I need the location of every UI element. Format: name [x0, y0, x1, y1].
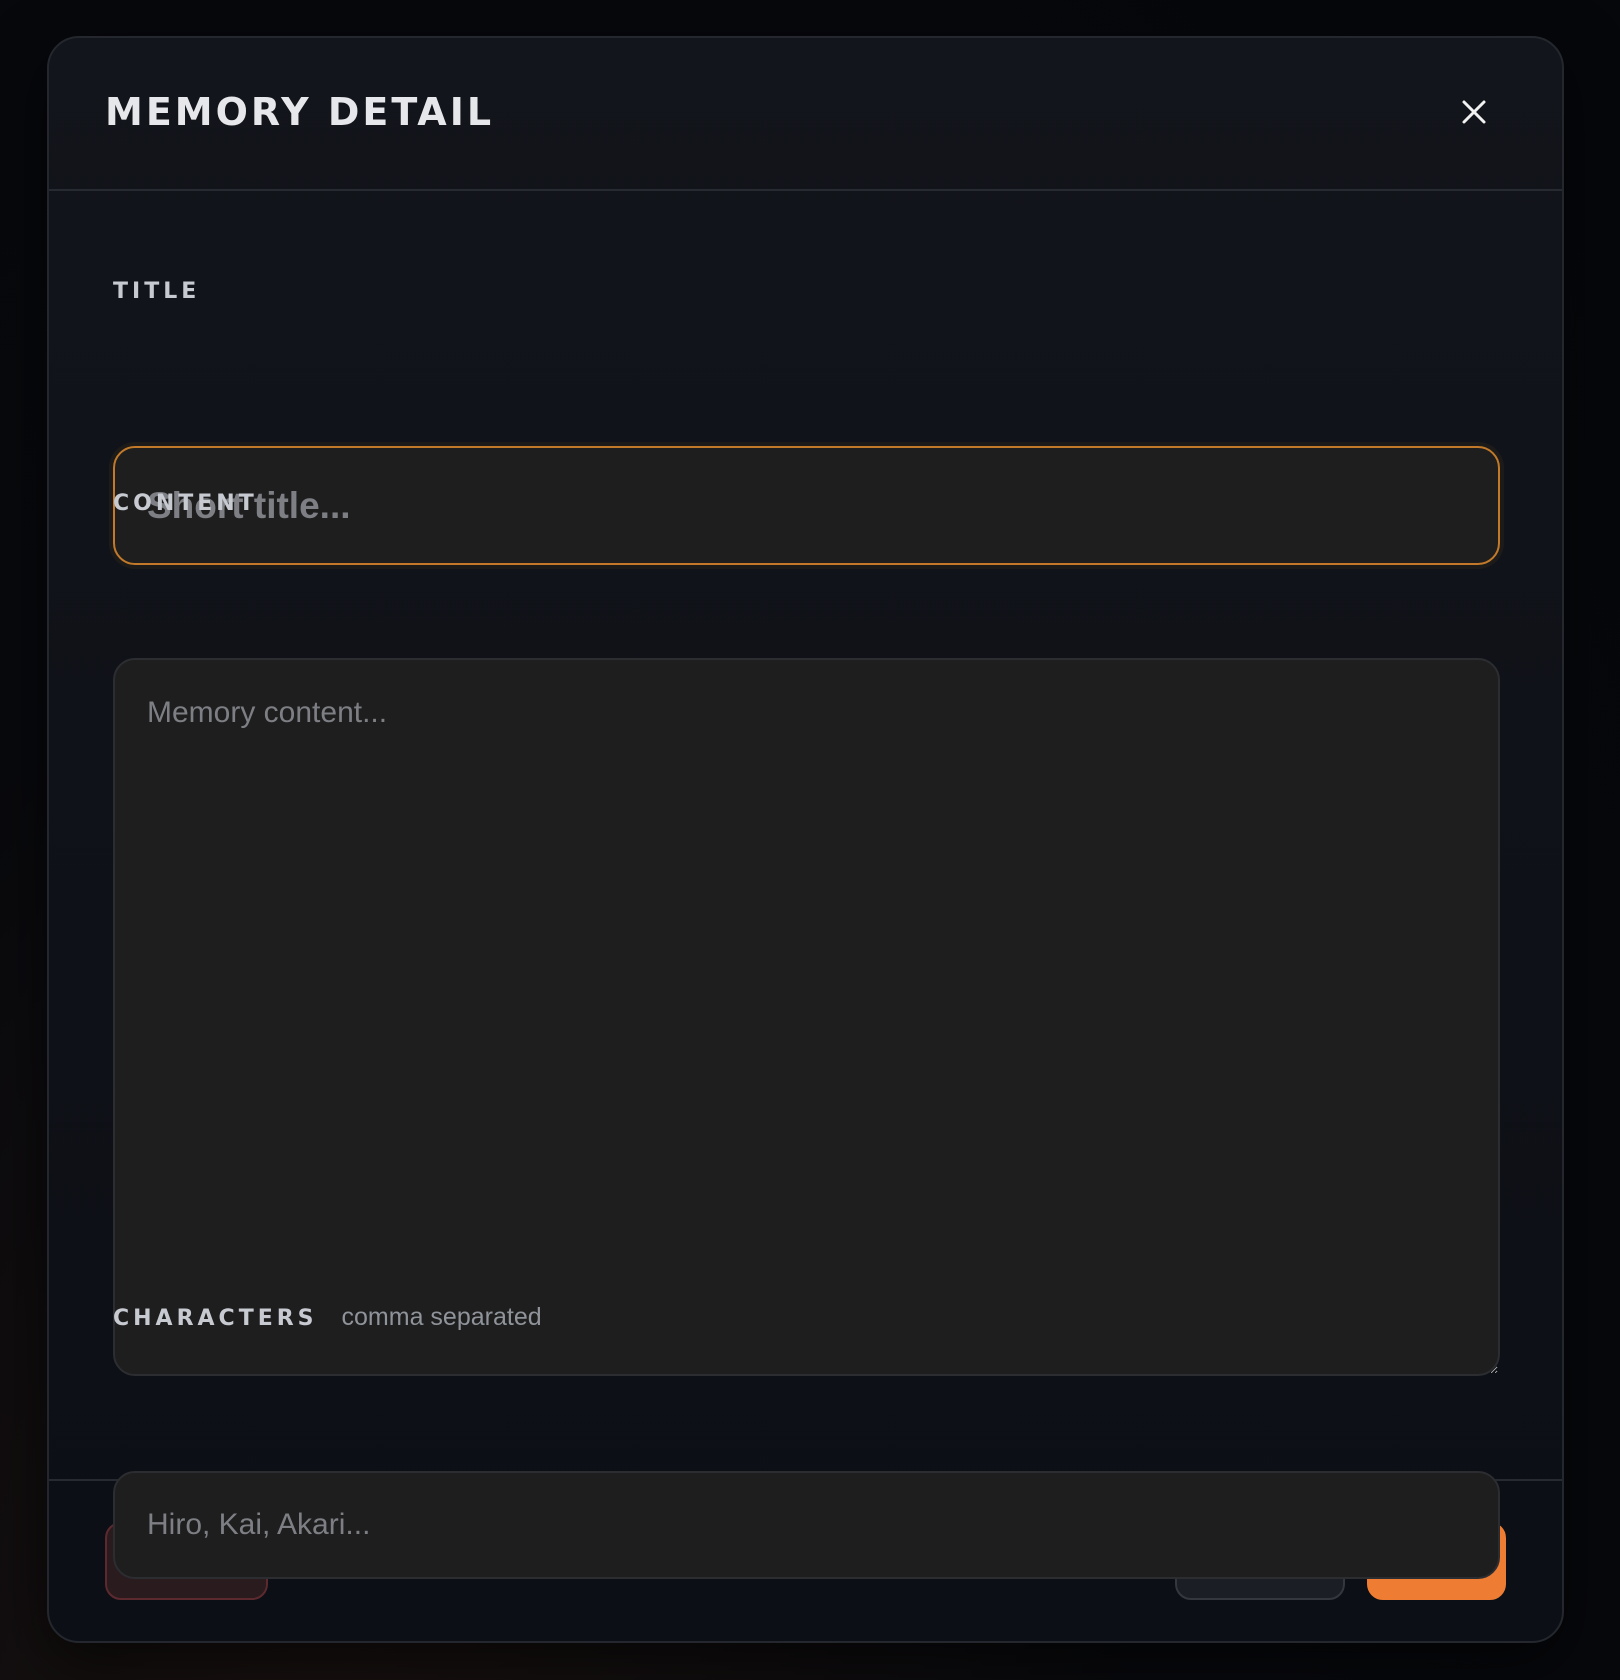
memory-detail-dialog: MEMORY DETAIL TITLE CONTENT CHARACTERS c…: [47, 36, 1564, 1643]
close-icon: [1462, 100, 1486, 123]
dialog-title: MEMORY DETAIL: [105, 89, 495, 134]
content-textarea[interactable]: [113, 658, 1500, 1376]
title-label: TITLE: [113, 279, 200, 304]
title-input[interactable]: [113, 446, 1500, 565]
close-button[interactable]: [1450, 88, 1498, 136]
characters-label: CHARACTERS comma separated: [113, 1303, 542, 1332]
dialog-header: MEMORY DETAIL: [49, 38, 1562, 191]
content-label-text: CONTENT: [113, 491, 258, 516]
characters-label-text: CHARACTERS: [113, 1306, 318, 1331]
characters-input[interactable]: [113, 1471, 1500, 1579]
characters-hint: comma separated: [341, 1303, 542, 1331]
dialog-body: TITLE CONTENT CHARACTERS comma separated: [49, 191, 1562, 1579]
title-label-text: TITLE: [113, 279, 201, 304]
content-label: CONTENT: [113, 491, 258, 516]
